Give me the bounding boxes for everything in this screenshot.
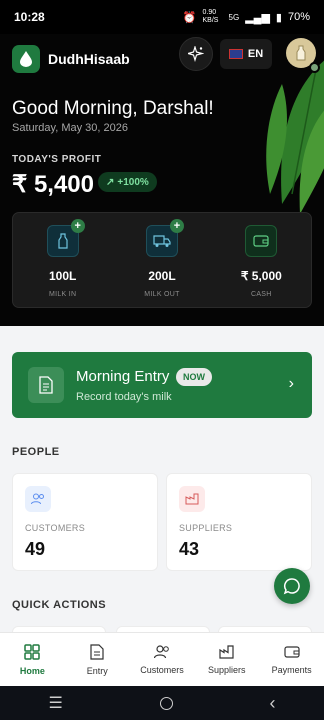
ai-assistant-button[interactable] bbox=[179, 37, 213, 71]
customers-label: CUSTOMERS bbox=[25, 523, 86, 533]
uk-flag-icon bbox=[228, 49, 243, 59]
system-nav-bar: ☰ ‹ bbox=[0, 686, 324, 720]
leaf-decoration bbox=[266, 60, 324, 214]
sparkle-icon bbox=[188, 46, 204, 62]
stat-cash[interactable]: ₹ 5,000 CASH bbox=[212, 213, 311, 307]
now-badge: NOW bbox=[176, 368, 212, 386]
language-selector[interactable]: EN bbox=[220, 39, 272, 69]
morning-entry-card[interactable]: Morning Entry NOW Record today's milk › bbox=[12, 352, 312, 418]
milk-bottle-icon: + bbox=[46, 219, 85, 257]
sim-label: 5G bbox=[228, 12, 240, 22]
nav-home[interactable]: Home bbox=[0, 633, 65, 686]
quick-actions-title: QUICK ACTIONS bbox=[12, 599, 107, 611]
nav-payments-label: Payments bbox=[271, 664, 312, 675]
language-code: EN bbox=[247, 48, 264, 60]
profit-value: ₹ 5,400 bbox=[12, 171, 94, 198]
nav-customers[interactable]: Customers bbox=[130, 633, 195, 686]
bottom-nav: Home Entry Customers Suppliers Payments bbox=[0, 632, 324, 686]
document-icon bbox=[28, 367, 64, 403]
trend-value: +100% bbox=[117, 176, 149, 188]
recents-icon[interactable]: ☰ bbox=[48, 693, 62, 713]
wallet-icon bbox=[245, 225, 278, 257]
entry-icon bbox=[90, 643, 104, 660]
nav-payments[interactable]: Payments bbox=[259, 633, 324, 686]
milk-drop-icon bbox=[20, 51, 32, 67]
milk-in-label: MILK IN bbox=[48, 291, 77, 298]
nav-home-label: Home bbox=[19, 665, 45, 676]
home-icon bbox=[24, 643, 41, 660]
network-speed: 0.90 KB/S bbox=[202, 9, 219, 24]
signal-icon: ▂▄▆ bbox=[245, 11, 270, 24]
people-section-title: PEOPLE bbox=[12, 446, 60, 458]
app-name: DudhHisaab bbox=[48, 51, 130, 67]
milk-bottle-icon bbox=[296, 45, 306, 61]
chat-fab[interactable] bbox=[274, 568, 310, 604]
suppliers-card[interactable]: SUPPLIERS 43 bbox=[166, 473, 312, 571]
nav-entry-label: Entry bbox=[86, 665, 108, 676]
customers-icon bbox=[153, 644, 169, 658]
suppliers-icon bbox=[219, 644, 234, 659]
profit-label: TODAY'S PROFIT bbox=[12, 154, 102, 165]
nav-entry[interactable]: Entry bbox=[65, 633, 130, 686]
suppliers-count: 43 bbox=[179, 539, 200, 559]
status-icons: ⏰ 0.90 KB/S 5G ▂▄▆ ▮ 70% bbox=[183, 9, 310, 25]
cash-label: CASH bbox=[250, 291, 272, 298]
battery-level: 70% bbox=[287, 11, 310, 23]
app-logo bbox=[12, 45, 40, 73]
truck-icon: + bbox=[145, 219, 184, 257]
nav-suppliers[interactable]: Suppliers bbox=[194, 633, 259, 686]
alarm-icon: ⏰ bbox=[182, 11, 197, 24]
nav-customers-label: Customers bbox=[140, 664, 184, 675]
profit-trend-badge: ↗ +100% bbox=[98, 172, 157, 192]
users-icon bbox=[25, 486, 51, 512]
chevron-right-icon: › bbox=[288, 375, 294, 392]
morning-entry-title: Morning Entry bbox=[76, 368, 170, 385]
add-milk-out-icon[interactable]: + bbox=[169, 219, 184, 233]
customers-card[interactable]: CUSTOMERS 49 bbox=[12, 473, 158, 571]
payments-icon bbox=[283, 645, 300, 658]
stat-milk-in[interactable]: + 100L MILK IN bbox=[13, 213, 112, 307]
stat-milk-out[interactable]: + 200L MILK OUT bbox=[112, 213, 211, 307]
avatar-status-badge bbox=[309, 62, 320, 73]
greeting: Good Morning, Darshal! bbox=[12, 98, 214, 119]
trend-up-icon: ↗ bbox=[106, 176, 115, 188]
status-bar: 10:28 ⏰ 0.90 KB/S 5G ▂▄▆ ▮ 70% bbox=[0, 0, 324, 34]
hero-section: DudhHisaab EN Good Morning, Darshal! Sat… bbox=[0, 34, 324, 326]
factory-icon bbox=[179, 486, 205, 512]
current-date: Saturday, May 30, 2026 bbox=[12, 122, 128, 134]
suppliers-label: SUPPLIERS bbox=[179, 523, 233, 533]
morning-entry-subtitle: Record today's milk bbox=[76, 391, 172, 403]
add-milk-in-icon[interactable]: + bbox=[70, 219, 85, 233]
home-circle-icon[interactable] bbox=[159, 696, 173, 710]
milk-out-label: MILK OUT bbox=[144, 291, 180, 298]
status-time: 10:28 bbox=[14, 10, 45, 24]
nav-suppliers-label: Suppliers bbox=[208, 664, 246, 675]
stats-card: + 100L MILK IN + 200L MILK OUT ₹ 5,000 C… bbox=[12, 212, 312, 308]
cash-value: ₹ 5,000 bbox=[240, 269, 282, 283]
milk-out-value: 200L bbox=[148, 269, 176, 283]
chat-icon bbox=[283, 578, 300, 595]
milk-in-value: 100L bbox=[48, 269, 77, 283]
customers-count: 49 bbox=[25, 539, 46, 559]
back-icon[interactable]: ‹ bbox=[270, 693, 276, 714]
battery-icon: ▮ bbox=[275, 11, 282, 24]
